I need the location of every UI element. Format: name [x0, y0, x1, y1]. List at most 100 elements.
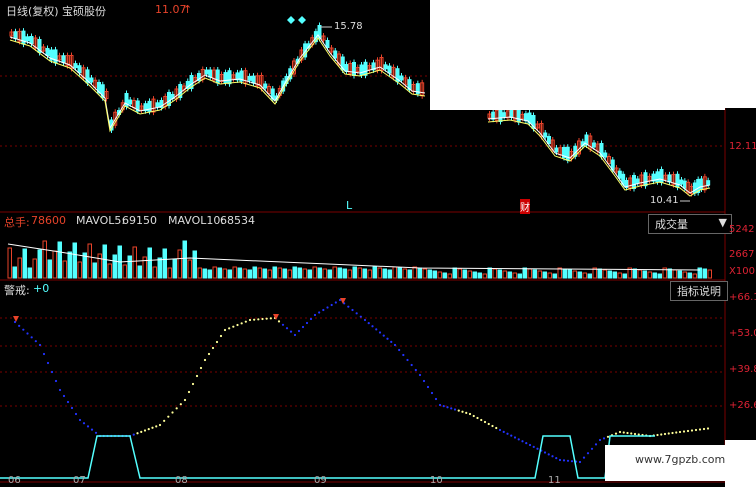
- volume-bar: [657, 273, 662, 279]
- candle-body: [251, 75, 256, 84]
- volume-axis-1: 5242: [729, 224, 755, 235]
- volume-bar: [567, 269, 572, 279]
- volume-bar: [197, 267, 202, 279]
- indicator-dot: [175, 407, 178, 410]
- indicator-dot: [422, 379, 426, 383]
- indicator-dot: [203, 358, 207, 362]
- volume-bar: [77, 261, 82, 279]
- volume-bar: [437, 271, 442, 279]
- volume-bar: [97, 253, 102, 279]
- volume-bar: [32, 258, 37, 279]
- indicator-dot: [94, 431, 98, 434]
- candle-body: [547, 136, 551, 144]
- indicator-dot: [562, 459, 566, 462]
- diamond-markers: [287, 16, 306, 24]
- volume-bar: [7, 247, 12, 279]
- volume-indicator-dropdown[interactable]: 成交量 ▼: [648, 214, 732, 234]
- indicator-dot: [398, 348, 401, 352]
- candle-body: [617, 170, 622, 179]
- indicator-dot: [253, 318, 256, 321]
- indicator-dot: [62, 394, 66, 398]
- indicator-dot: [132, 433, 135, 436]
- indicator-dot: [30, 336, 33, 339]
- indicator-dot: [446, 406, 449, 409]
- candle-body: [325, 40, 330, 48]
- volume-bar: [277, 267, 282, 279]
- candle-body: [592, 142, 596, 148]
- volume-bar: [377, 267, 382, 279]
- indicator-dot: [236, 323, 239, 327]
- candle-body: [29, 36, 34, 44]
- volume-bar: [652, 272, 657, 279]
- volume-bar: [692, 273, 697, 279]
- period-label[interactable]: 日线(复权): [6, 3, 59, 19]
- volume-bar: [297, 267, 302, 279]
- up-arrow-icon: ↑: [183, 3, 193, 16]
- indicator-dot: [136, 432, 139, 435]
- candle-body: [352, 62, 356, 76]
- volume-bar: [372, 266, 377, 279]
- candle-body: [387, 65, 392, 74]
- volume-bar: [52, 250, 57, 279]
- indicator-help-button[interactable]: 指标说明: [670, 281, 728, 301]
- indicator-dot: [513, 436, 517, 439]
- date-tick-09: 09: [314, 475, 327, 486]
- total-volume-value: 78600: [31, 214, 66, 227]
- indicator-dot: [675, 431, 678, 434]
- indicator-dot: [480, 418, 483, 422]
- candle-body: [523, 113, 528, 122]
- volume-bar: [327, 269, 332, 279]
- indicator-dot: [656, 433, 659, 437]
- indicator-dot: [434, 397, 438, 401]
- candle-body: [227, 70, 232, 85]
- volume-bar: [362, 268, 367, 279]
- marker-l: L: [346, 199, 353, 212]
- volume-bar: [322, 268, 327, 279]
- indicator-dot: [326, 306, 329, 309]
- candle-body: [516, 108, 521, 123]
- volume-bar: [257, 267, 262, 279]
- volume-axis-2: 2667: [729, 249, 755, 260]
- volume-bar: [232, 266, 237, 279]
- indicator-dot: [359, 315, 362, 318]
- date-tick-07: 07: [73, 475, 86, 486]
- indicator-dot: [187, 390, 191, 394]
- volume-bar: [252, 266, 257, 279]
- blank-region-axis: [725, 0, 756, 108]
- volume-bar: [157, 257, 162, 279]
- volume-bar: [37, 249, 42, 279]
- indicator-dot: [390, 340, 393, 343]
- indicator-dot: [158, 423, 162, 427]
- volume-bar: [317, 267, 322, 279]
- volume-bar: [537, 270, 542, 279]
- total-volume-label: 总手:: [4, 216, 30, 229]
- volume-bar: [47, 259, 52, 279]
- volume-bar: [477, 272, 482, 279]
- indicator-dot: [330, 303, 333, 307]
- candle-body: [77, 65, 82, 74]
- volume-bar: [307, 269, 312, 279]
- indicator-dot: [257, 318, 260, 321]
- high-price-label: 15.78: [334, 21, 363, 32]
- candle-body: [667, 174, 672, 183]
- indicator-dot: [318, 311, 321, 314]
- indicator-dot: [442, 405, 445, 408]
- volume-bar: [217, 267, 222, 279]
- candle-body: [554, 147, 559, 153]
- volume-bar: [597, 268, 602, 279]
- indicator-signal-line: [0, 435, 655, 479]
- indicator-dot: [506, 432, 509, 435]
- indicator-dot: [351, 308, 354, 312]
- indicator-axis-1: +66.1: [729, 292, 756, 303]
- volume-bar: [637, 269, 642, 279]
- indicator-dot: [334, 301, 337, 304]
- volume-bar: [602, 269, 607, 279]
- volume-bar: [272, 266, 277, 279]
- volume-bar: [262, 268, 267, 279]
- indicator-dot: [690, 429, 694, 432]
- indicator-dot: [171, 411, 174, 414]
- indicator-dot: [82, 422, 86, 425]
- volume-bar: [702, 268, 707, 279]
- indicator-dot: [663, 432, 667, 436]
- indicator-dot: [386, 337, 389, 340]
